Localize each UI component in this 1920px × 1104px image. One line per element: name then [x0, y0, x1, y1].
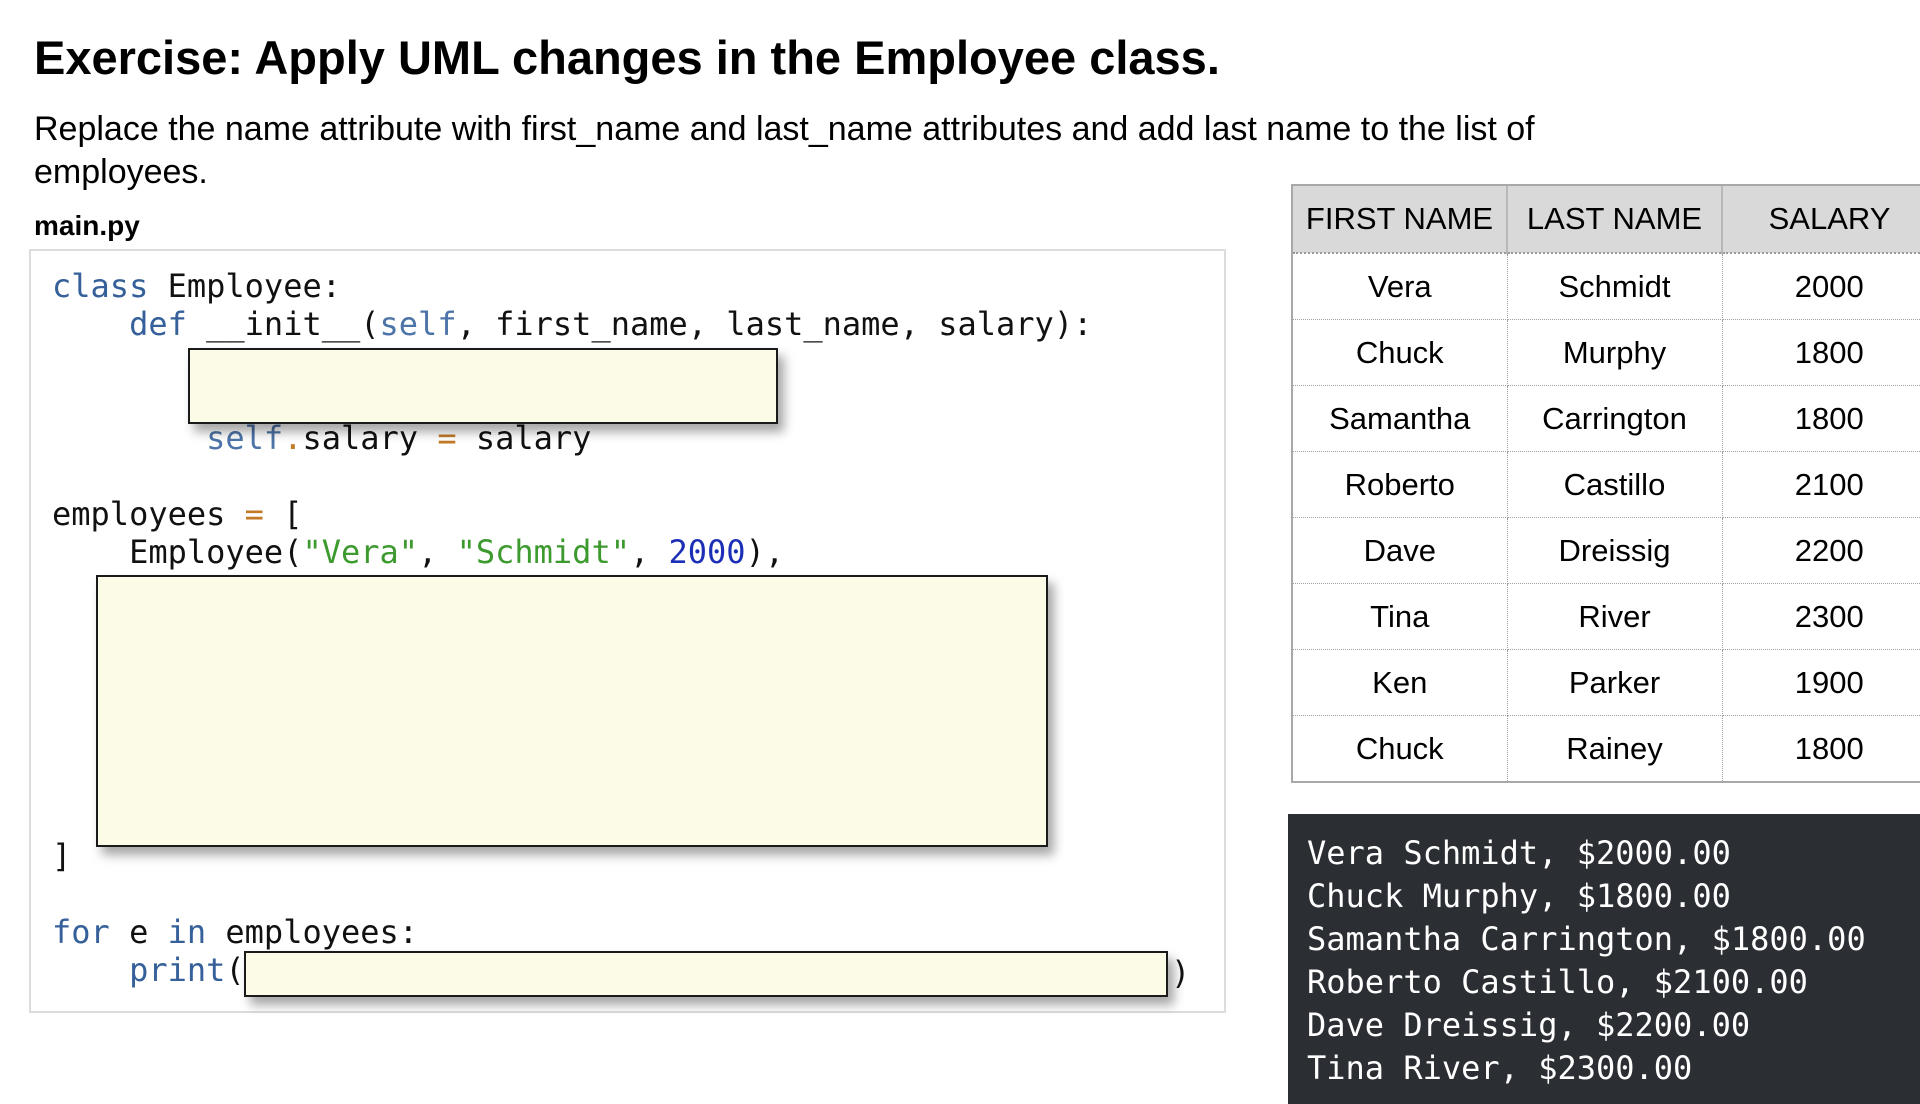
- code-token: def: [129, 305, 187, 343]
- cell-first-name: Samantha: [1293, 385, 1508, 452]
- cell-last-name: Schmidt: [1507, 253, 1723, 320]
- table-row: Dave Dreissig 2200: [1293, 517, 1920, 584]
- code-token: =: [244, 495, 264, 533]
- header-first-name: FIRST NAME: [1293, 186, 1508, 254]
- code-token: e: [109, 913, 168, 951]
- employee-table-body: Vera Schmidt 2000 Chuck Murphy 1800 Samantha Ca…: [1293, 253, 1920, 781]
- cell-salary: 1900: [1722, 649, 1920, 716]
- table-row: Samantha Carrington 1800: [1293, 385, 1920, 452]
- console-output-line: Vera Schmidt, $2000.00: [1307, 834, 1731, 872]
- console-output-line: Dave Dreissig, $2200.00: [1307, 1006, 1751, 1044]
- code-token: , first_name, last_name, salary):: [456, 305, 1093, 343]
- cell-salary: 2000: [1722, 253, 1920, 320]
- code-token: employees:: [206, 913, 419, 951]
- print-close-paren: ): [1171, 954, 1191, 992]
- code-token: (: [225, 951, 245, 989]
- code-token: 2000: [668, 533, 746, 571]
- code-line: class Employee:: [52, 267, 1092, 305]
- cell-salary: 2200: [1722, 517, 1920, 584]
- cell-first-name: Ken: [1293, 649, 1508, 716]
- employee-table-container: FIRST NAME LAST NAME SALARY Vera Schmidt 2…: [1291, 184, 1920, 783]
- code-token: self: [206, 419, 284, 457]
- table-row: Tina River 2300: [1293, 583, 1920, 650]
- code-token: in: [167, 913, 207, 951]
- table-row: Chuck Murphy 1800: [1293, 319, 1920, 386]
- header-salary: SALARY: [1722, 186, 1920, 254]
- code-editor: class Employee: def __init__(self, first…: [29, 249, 1226, 1013]
- cell-salary: 2300: [1722, 583, 1920, 650]
- cell-last-name: Rainey: [1507, 715, 1723, 781]
- cell-first-name: Chuck: [1293, 715, 1508, 781]
- code-token: print: [129, 951, 226, 989]
- code-token: "Schmidt": [456, 533, 630, 571]
- code-token: salary: [456, 419, 592, 457]
- cell-last-name: Castillo: [1507, 451, 1723, 518]
- cell-salary: 2100: [1722, 451, 1920, 518]
- console-output-line: Roberto Castillo, $2100.00: [1307, 963, 1808, 1001]
- code-token: for: [52, 913, 110, 951]
- code-token: ),: [745, 533, 785, 571]
- code-token: employees: [52, 495, 245, 533]
- cell-last-name: Carrington: [1507, 385, 1723, 452]
- code-filename: main.py: [34, 210, 140, 241]
- code-token: Employee:: [148, 267, 341, 305]
- code-token: Employee(: [52, 533, 303, 571]
- exercise-title: Exercise: Apply UML changes in the Emplo…: [34, 31, 1220, 84]
- header-last-name: LAST NAME: [1507, 186, 1723, 254]
- cell-first-name: Tina: [1293, 583, 1508, 650]
- code-token: ]: [52, 837, 72, 875]
- code-line: employees = [: [52, 495, 1092, 533]
- console-output-line: Chuck Murphy, $1800.00: [1307, 877, 1731, 915]
- table-header-row: FIRST NAME LAST NAME SALARY: [1293, 186, 1920, 254]
- print-argument-blank[interactable]: [244, 951, 1168, 997]
- cell-last-name: River: [1507, 583, 1723, 650]
- output-console: Vera Schmidt, $2000.00 Chuck Murphy, $180…: [1288, 814, 1920, 1104]
- code-token: =: [437, 419, 457, 457]
- code-line: def __init__(self, first_name, last_name…: [52, 305, 1092, 343]
- cell-first-name: Chuck: [1293, 319, 1508, 386]
- code-line: for e in employees:: [52, 913, 1092, 951]
- init-body-blank[interactable]: [188, 348, 778, 424]
- code-token: ,: [418, 533, 457, 571]
- table-row: Vera Schmidt 2000: [1293, 253, 1920, 320]
- console-output-line: Samantha Carrington, $1800.00: [1307, 920, 1866, 958]
- code-token: salary: [302, 419, 438, 457]
- code-line: Employee("Vera", "Schmidt", 2000),: [52, 533, 1092, 571]
- cell-first-name: Dave: [1293, 517, 1508, 584]
- console-output-line: Tina River, $2300.00: [1307, 1049, 1693, 1087]
- code-token: "Vera": [302, 533, 419, 571]
- cell-salary: 1800: [1722, 319, 1920, 386]
- table-row: Roberto Castillo 2100: [1293, 451, 1920, 518]
- code-token: class: [52, 267, 149, 305]
- code-token: .: [283, 419, 303, 457]
- code-line: self.salary = salary: [52, 419, 1092, 457]
- employee-table: FIRST NAME LAST NAME SALARY Vera Schmidt 2…: [1293, 186, 1920, 781]
- cell-first-name: Vera: [1293, 253, 1508, 320]
- cell-salary: 1800: [1794, 730, 1864, 766]
- exercise-instructions: Replace the name attribute with first_na…: [34, 110, 1535, 191]
- cell-salary: 1800: [1722, 385, 1920, 452]
- cell-last-name: Parker: [1507, 649, 1723, 716]
- table-row: Chuck Rainey 1800: [1293, 715, 1920, 781]
- employees-list-blank[interactable]: [96, 575, 1048, 847]
- code-token: self: [379, 305, 457, 343]
- code-token: __init__(: [186, 305, 380, 343]
- cell-last-name: Murphy: [1507, 319, 1723, 386]
- code-token: ,: [629, 533, 669, 571]
- code-token: [: [263, 495, 303, 533]
- cell-last-name: Dreissig: [1507, 517, 1723, 584]
- table-row: Ken Parker 1900: [1293, 649, 1920, 716]
- cell-first-name: Roberto: [1293, 451, 1508, 518]
